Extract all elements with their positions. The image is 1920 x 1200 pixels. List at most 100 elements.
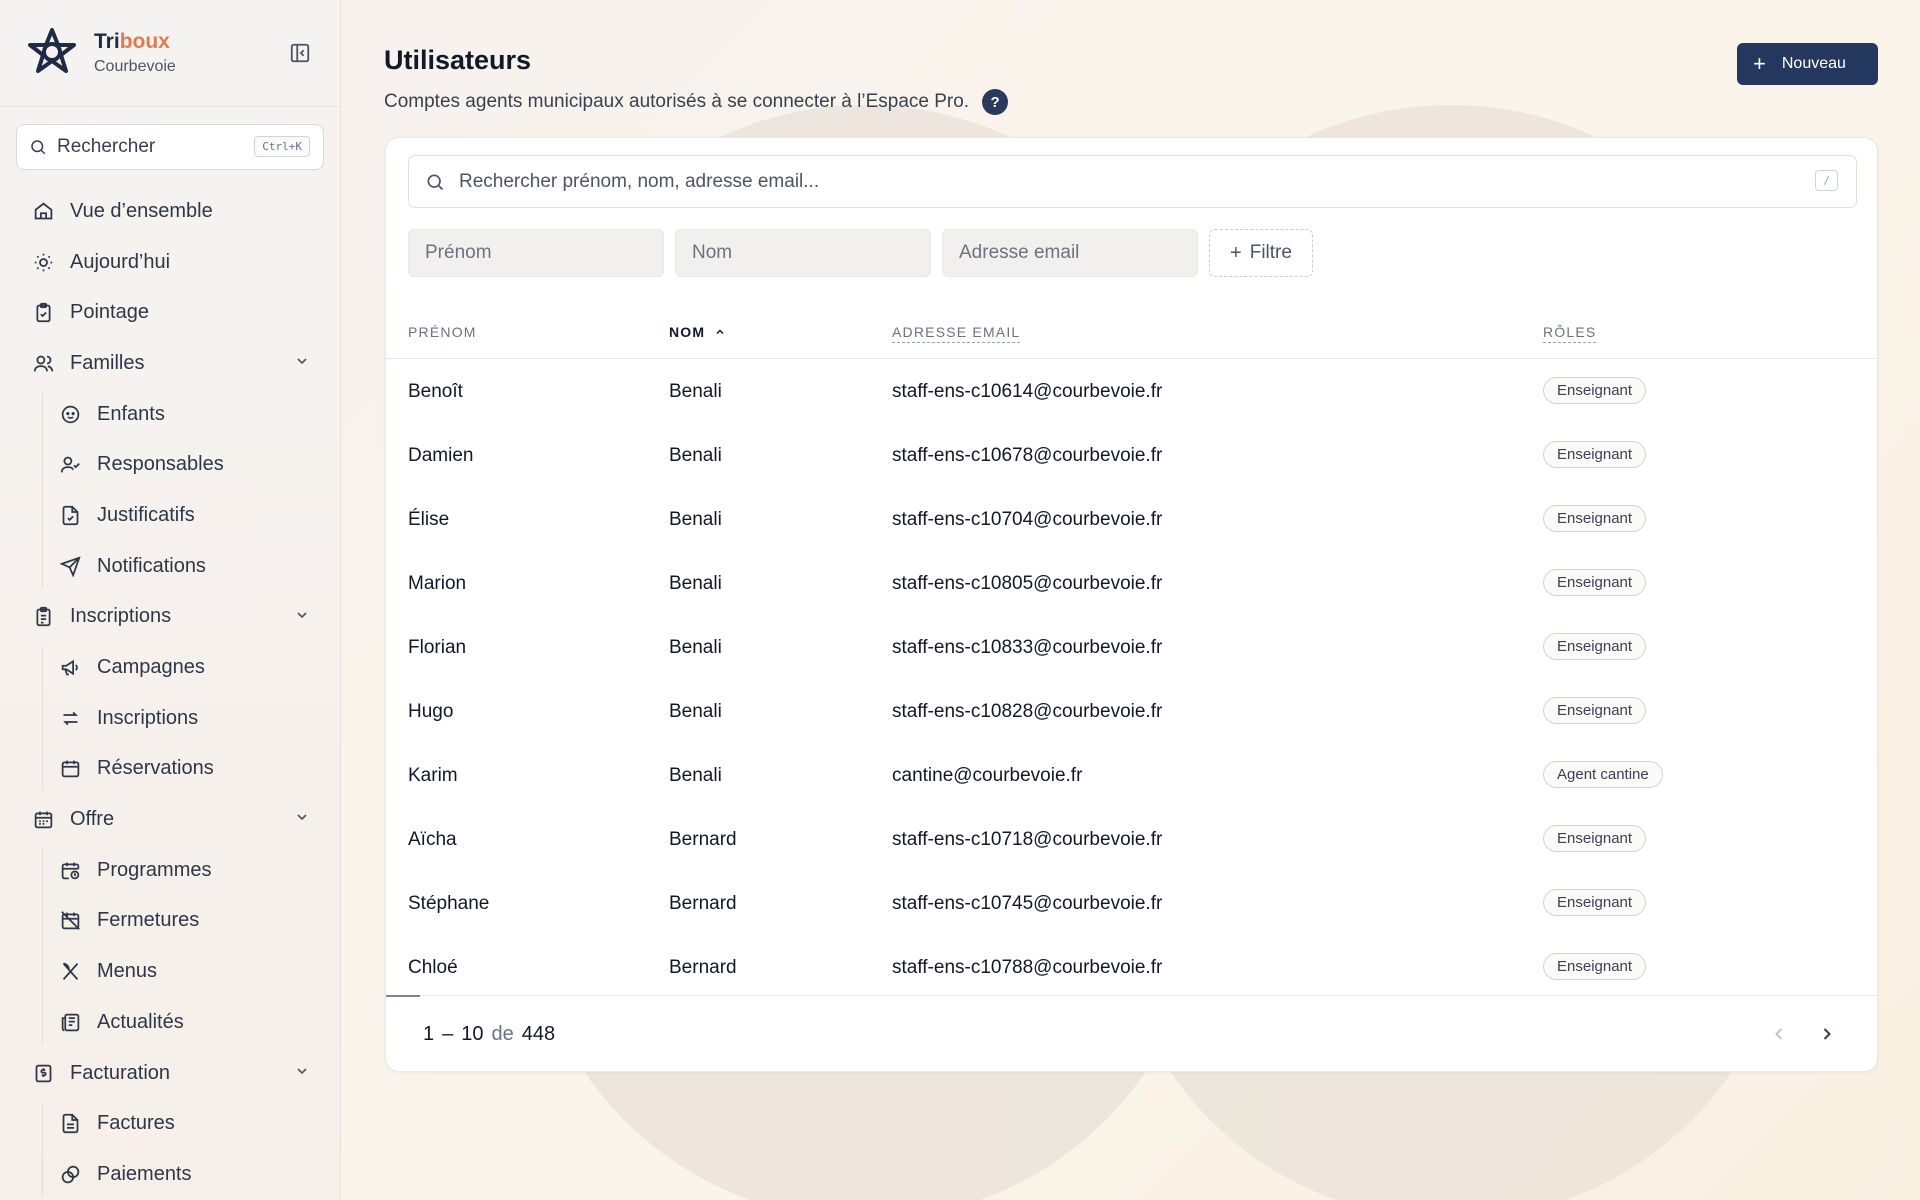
clipboard-list-icon [32, 606, 54, 628]
pagination-to: 10 [461, 1023, 484, 1045]
sidebar-item-offre[interactable]: Offre [0, 794, 340, 845]
arrows-exchange-icon [59, 707, 81, 729]
column-header-roles[interactable]: RÔLES [1543, 324, 1597, 343]
cell-last-name: Benali [669, 381, 722, 402]
sidebar-item-label: Inscriptions [97, 706, 199, 729]
sidebar-item-inscriptions-group[interactable]: Inscriptions [0, 592, 340, 643]
table-search-input[interactable]: Rechercher prénom, nom, adresse email...… [408, 155, 1857, 208]
sidebar-item-reservations[interactable]: Réservations [0, 744, 340, 795]
sidebar-item-paiements[interactable]: Paiements [0, 1149, 340, 1200]
page-subtitle: Comptes agents municipaux autorisés à se… [384, 89, 1009, 115]
filters-bar: Prénom Nom Adresse email + Filtre [408, 229, 1313, 277]
cell-email: staff-ens-c10828@courbevoie.fr [892, 701, 1163, 722]
chevron-right-icon [1823, 1028, 1831, 1040]
cell-email: staff-ens-c10704@courbevoie.fr [892, 509, 1163, 530]
cell-first-name: Karim [408, 765, 458, 786]
page-subtitle-text: Comptes agents municipaux autorisés à se… [384, 91, 970, 112]
table-row[interactable]: Florian Benali staff-ens-c10833@courbevo… [386, 615, 1877, 679]
pagination-from: 1 [423, 1023, 435, 1045]
sidebar-nav: Vue d’ensemble Aujourd’hui Pointage Fami… [0, 186, 340, 1200]
table-row[interactable]: Marion Benali staff-ens-c10805@courbevoi… [386, 551, 1877, 615]
sidebar-item-justificatifs[interactable]: Justificatifs [0, 490, 340, 541]
help-icon[interactable]: ? [982, 89, 1009, 115]
sidebar-search[interactable]: Rechercher Ctrl+K [16, 124, 324, 170]
column-header-last-name[interactable]: NOM [669, 324, 726, 340]
next-page-button[interactable] [1817, 1024, 1837, 1049]
column-header-email[interactable]: ADRESSE EMAIL [892, 324, 1021, 343]
pagination-dash: – [442, 1023, 454, 1045]
sidebar-item-label: Justificatifs [97, 503, 195, 526]
cell-last-name: Benali [669, 765, 722, 786]
sidebar-item-label: Paiements [97, 1162, 192, 1185]
search-icon [427, 174, 444, 190]
sidebar-item-programmes[interactable]: Programmes [0, 845, 340, 896]
chevron-left-icon [1775, 1028, 1783, 1040]
filter-first-name[interactable]: Prénom [408, 229, 664, 277]
table-row[interactable]: Hugo Benali staff-ens-c10828@courbevoie.… [386, 679, 1877, 743]
sidebar-item-label: Aujourd’hui [70, 250, 171, 273]
cell-email: staff-ens-c10678@courbevoie.fr [892, 445, 1163, 466]
cell-first-name: Marion [408, 573, 467, 594]
filter-last-name[interactable]: Nom [675, 229, 931, 277]
add-filter-button[interactable]: + Filtre [1209, 229, 1313, 277]
pagination-count: 1–10 de 448 [423, 1023, 555, 1046]
panel-left-icon [290, 43, 310, 63]
cell-first-name: Damien [408, 445, 474, 466]
role-badge: Enseignant [1543, 633, 1647, 660]
sidebar-item-actualites[interactable]: Actualités [0, 997, 340, 1048]
file-text-icon [59, 1113, 81, 1135]
table-row[interactable]: Karim Benali cantine@courbevoie.fr Agent… [386, 743, 1877, 807]
new-user-button[interactable]: + Nouveau [1737, 43, 1878, 85]
calendar-icon [59, 758, 81, 780]
sidebar-item-label: Actualités [97, 1010, 184, 1033]
sidebar: Triboux Courbevoie Rechercher Ctrl+K Vue… [0, 0, 341, 1200]
sidebar-item-overview[interactable]: Vue d’ensemble [0, 186, 340, 237]
sidebar-collapse-button[interactable] [288, 41, 312, 65]
sidebar-item-today[interactable]: Aujourd’hui [0, 237, 340, 288]
role-badge: Enseignant [1543, 505, 1647, 532]
cell-first-name: Élise [408, 509, 450, 530]
sidebar-item-menus[interactable]: Menus [0, 946, 340, 997]
sidebar-item-campagnes[interactable]: Campagnes [0, 642, 340, 693]
table-row[interactable]: Aïcha Bernard staff-ens-c10718@courbevoi… [386, 807, 1877, 871]
sidebar-item-fermetures[interactable]: Fermetures [0, 896, 340, 947]
sidebar-item-label: Factures [97, 1112, 175, 1135]
sidebar-group-inscriptions: Campagnes Inscriptions Réservations [0, 642, 340, 794]
role-badge: Enseignant [1543, 569, 1647, 596]
sidebar-item-factures[interactable]: Factures [0, 1098, 340, 1149]
megaphone-icon [59, 657, 81, 679]
sidebar-item-facturation[interactable]: Facturation [0, 1048, 340, 1099]
sidebar-item-notifications[interactable]: Notifications [0, 541, 340, 592]
sidebar-item-pointage[interactable]: Pointage [0, 287, 340, 338]
filter-email[interactable]: Adresse email [942, 229, 1198, 277]
role-badge: Enseignant [1543, 441, 1647, 468]
cell-last-name: Benali [669, 637, 722, 658]
sidebar-item-label: Fermetures [97, 909, 200, 932]
previous-page-button[interactable] [1769, 1024, 1789, 1049]
table-row[interactable]: Damien Benali staff-ens-c10678@courbevoi… [386, 423, 1877, 487]
brand-name: Triboux [94, 30, 176, 54]
column-header-first-name[interactable]: PRÉNOM [408, 324, 477, 340]
table-row[interactable]: Stéphane Bernard staff-ens-c10745@courbe… [386, 871, 1877, 935]
baby-icon [59, 403, 81, 425]
horizontal-scroll-indicator[interactable] [386, 995, 420, 997]
column-header-label: NOM [669, 324, 706, 340]
table-row[interactable]: Chloé Bernard staff-ens-c10788@courbevoi… [386, 935, 1877, 999]
cell-email: staff-ens-c10718@courbevoie.fr [892, 829, 1163, 850]
sidebar-item-familles[interactable]: Familles [0, 338, 340, 389]
cell-first-name: Stéphane [408, 893, 490, 914]
table-row[interactable]: Élise Benali staff-ens-c10704@courbevoie… [386, 487, 1877, 551]
sidebar-group-facturation: Factures Paiements [0, 1098, 340, 1199]
table-footer: 1–10 de 448 [386, 995, 1877, 1071]
sidebar-item-inscriptions[interactable]: Inscriptions [0, 693, 340, 744]
table-search-placeholder: Rechercher prénom, nom, adresse email... [459, 170, 820, 192]
plus-icon: + [1753, 51, 1766, 76]
sidebar-item-responsables[interactable]: Responsables [0, 439, 340, 490]
chevron-down-icon [294, 607, 310, 628]
table-row[interactable]: Benoît Benali staff-ens-c10614@courbevoi… [386, 359, 1877, 423]
cell-last-name: Bernard [669, 829, 737, 850]
cell-first-name: Benoît [408, 381, 463, 402]
cell-email: cantine@courbevoie.fr [892, 765, 1083, 786]
sidebar-item-enfants[interactable]: Enfants [0, 389, 340, 440]
add-filter-label: Filtre [1249, 242, 1292, 263]
